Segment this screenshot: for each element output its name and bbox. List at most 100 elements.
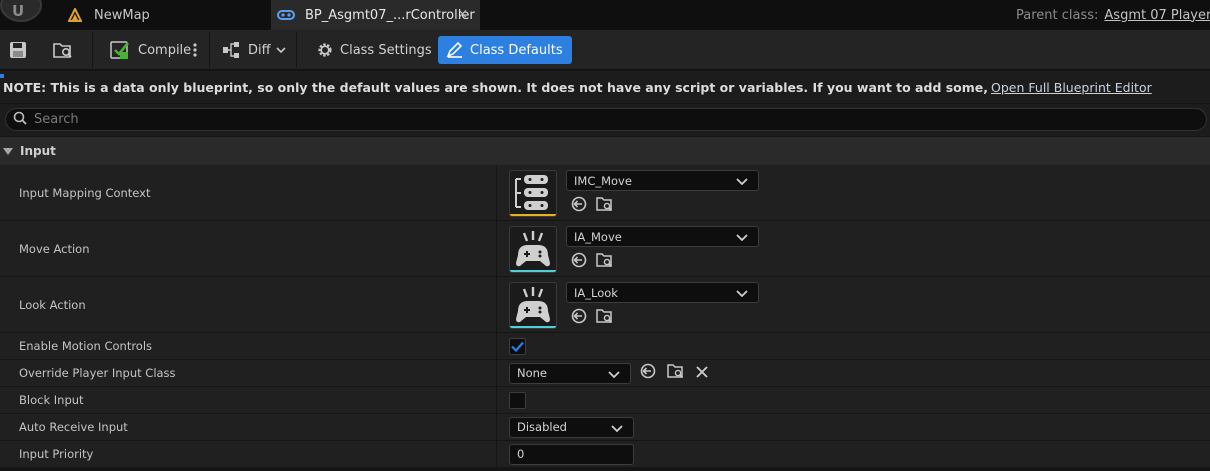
asset-tools [570, 196, 614, 216]
parent-class-label: Parent class: [1016, 7, 1099, 23]
asset-picker-value: IA_Move [574, 229, 622, 244]
property-value: None [509, 360, 709, 386]
checkmark-icon [511, 337, 524, 356]
asset-thumbnail[interactable] [509, 170, 557, 217]
chevron-down-icon [611, 422, 623, 436]
toolbar-separator [209, 32, 210, 68]
property-label: Input Mapping Context [19, 185, 151, 200]
block-input-checkbox[interactable] [509, 391, 526, 409]
chevron-down-icon [736, 231, 748, 245]
property-label: Enable Motion Controls [19, 339, 153, 353]
column-divider[interactable] [496, 441, 497, 467]
property-label: Look Action [19, 297, 86, 312]
property-value: Disabled [509, 414, 634, 440]
tab-label: NewMap [94, 7, 150, 23]
property-label: Override Player Input Class [19, 366, 176, 380]
search-input[interactable] [34, 112, 1134, 127]
compile-options-button[interactable] [192, 35, 198, 65]
toolbar-separator [296, 32, 297, 68]
toolbar: Compile Diff Class Settings Class Defaul… [0, 30, 1210, 70]
compile-label: Compile [138, 42, 192, 58]
diff-button[interactable]: Diff [222, 35, 286, 65]
browse-asset-icon[interactable] [596, 308, 614, 328]
tab-newmap[interactable]: NewMap [60, 0, 270, 30]
property-label: Move Action [19, 241, 90, 256]
expand-arrow-icon[interactable] [3, 147, 13, 155]
property-row-look-action: Look Action IA_Look [0, 277, 1210, 333]
chevron-down-icon [736, 287, 748, 301]
open-full-blueprint-editor-link[interactable]: Open Full Blueprint Editor [991, 80, 1152, 95]
asset-thumbnail[interactable] [509, 282, 557, 329]
column-divider[interactable] [496, 414, 497, 440]
asset-picker-value: IA_Look [574, 285, 618, 300]
category-label: Input [20, 144, 56, 158]
compile-button[interactable]: Compile [110, 35, 191, 65]
class-defaults-button[interactable]: Class Defaults [438, 36, 572, 64]
dropdown-value: Disabled [517, 420, 567, 434]
save-button[interactable] [8, 35, 28, 65]
clear-icon[interactable] [695, 364, 709, 383]
use-selected-asset-icon[interactable] [570, 196, 588, 216]
property-label: Auto Receive Input [19, 420, 128, 434]
enable-motion-controls-checkbox[interactable] [509, 337, 526, 356]
property-row-input-mapping-context: Input Mapping Context IMC_Move [0, 165, 1210, 221]
asset-picker-combo[interactable]: IA_Look [566, 282, 759, 303]
column-divider[interactable] [496, 277, 497, 332]
level-map-icon [66, 7, 84, 23]
browse-asset-icon[interactable] [596, 196, 614, 216]
tab-strip: U NewMap BP_Asgmt07_...rController × Par… [0, 0, 1210, 30]
parent-class-link[interactable]: Asgmt 07 Player Co [1104, 8, 1210, 23]
asset-thumbnail[interactable] [509, 226, 557, 273]
asset-picker-combo[interactable]: IMC_Move [566, 170, 759, 191]
property-row-move-action: Move Action IA_Move [0, 221, 1210, 277]
note-text: NOTE: This is a data only blueprint, so … [3, 79, 989, 95]
auto-receive-input-dropdown[interactable]: Disabled [509, 416, 634, 438]
input-priority-field[interactable]: 0 [509, 443, 634, 465]
column-divider[interactable] [496, 165, 497, 220]
diff-label: Diff [248, 42, 271, 58]
class-tools [639, 363, 709, 383]
column-divider[interactable] [496, 221, 497, 276]
property-row-input-priority: Input Priority 0 [0, 441, 1210, 468]
asset-picker-combo[interactable]: IA_Move [566, 226, 759, 247]
property-value [509, 333, 526, 359]
search-icon [13, 110, 27, 129]
browse-class-icon[interactable] [667, 363, 685, 383]
asset-picker-value: IMC_Move [574, 173, 632, 188]
gear-icon [316, 41, 334, 59]
class-settings-label: Class Settings [340, 42, 432, 58]
column-divider[interactable] [496, 387, 497, 413]
class-defaults-label: Class Defaults [470, 42, 563, 58]
compile-check-icon [110, 39, 132, 61]
browse-asset-button[interactable] [52, 35, 74, 65]
unreal-logo-icon[interactable]: U [0, 0, 42, 22]
property-value [509, 387, 526, 413]
property-row-enable-motion-controls: Enable Motion Controls [0, 333, 1210, 360]
asset-tools [570, 308, 614, 328]
class-picker-combo[interactable]: None [509, 362, 631, 384]
property-list: Input Mapping Context IMC_Move Move Acti… [0, 165, 1210, 468]
search-box[interactable] [5, 108, 1207, 131]
use-selected-asset-icon[interactable] [570, 252, 588, 272]
blueprint-icon [277, 7, 295, 23]
use-selected-asset-icon[interactable] [570, 308, 588, 328]
column-divider[interactable] [496, 360, 497, 386]
chevron-down-icon [276, 46, 286, 54]
property-row-override-player-input-class: Override Player Input Class None [0, 360, 1210, 387]
tab-blueprint[interactable]: BP_Asgmt07_...rController × [271, 0, 480, 30]
browse-asset-icon[interactable] [596, 252, 614, 272]
property-row-block-input: Block Input [0, 387, 1210, 414]
diff-icon [222, 41, 242, 59]
asset-type-color-bar [510, 214, 556, 216]
category-header-input[interactable]: Input [0, 137, 1210, 165]
use-selected-class-icon[interactable] [639, 363, 657, 383]
asset-type-color-bar [510, 326, 556, 328]
close-tab-icon[interactable]: × [457, 7, 468, 22]
more-vertical-icon [192, 42, 198, 58]
number-value: 0 [517, 447, 525, 461]
class-settings-button[interactable]: Class Settings [316, 35, 432, 65]
property-label: Input Priority [19, 447, 94, 461]
chevron-down-icon [736, 175, 748, 189]
column-divider[interactable] [496, 333, 497, 359]
toolbar-separator [92, 32, 93, 68]
